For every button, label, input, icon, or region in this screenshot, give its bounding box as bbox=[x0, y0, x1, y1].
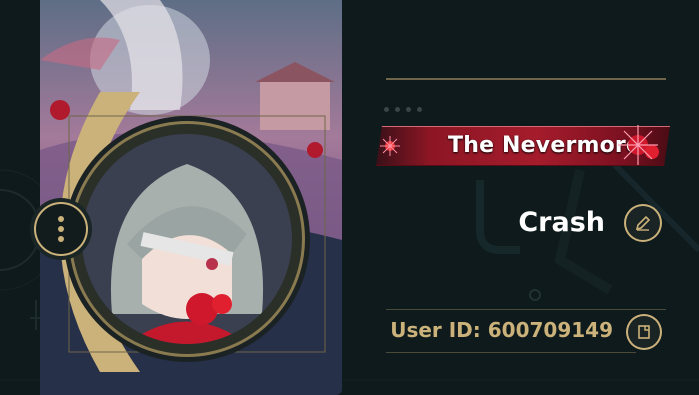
decorative-dots bbox=[384, 107, 422, 112]
more-menu-button[interactable] bbox=[36, 204, 86, 254]
pencil-icon bbox=[635, 215, 651, 231]
title-badge[interactable]: The Nevermore bbox=[376, 122, 670, 168]
user-id: User ID: 600709149 bbox=[390, 318, 613, 342]
more-vertical-icon bbox=[58, 216, 64, 222]
divider bbox=[386, 352, 636, 353]
spider-lily-icon bbox=[618, 125, 659, 165]
copy-user-id-button[interactable] bbox=[626, 314, 662, 350]
avatar[interactable] bbox=[82, 134, 292, 344]
divider bbox=[386, 309, 666, 310]
copy-icon bbox=[638, 325, 650, 339]
lily-icon bbox=[380, 136, 400, 156]
username: Crash bbox=[518, 207, 605, 238]
divider bbox=[386, 78, 666, 80]
edit-name-button[interactable] bbox=[624, 204, 662, 242]
